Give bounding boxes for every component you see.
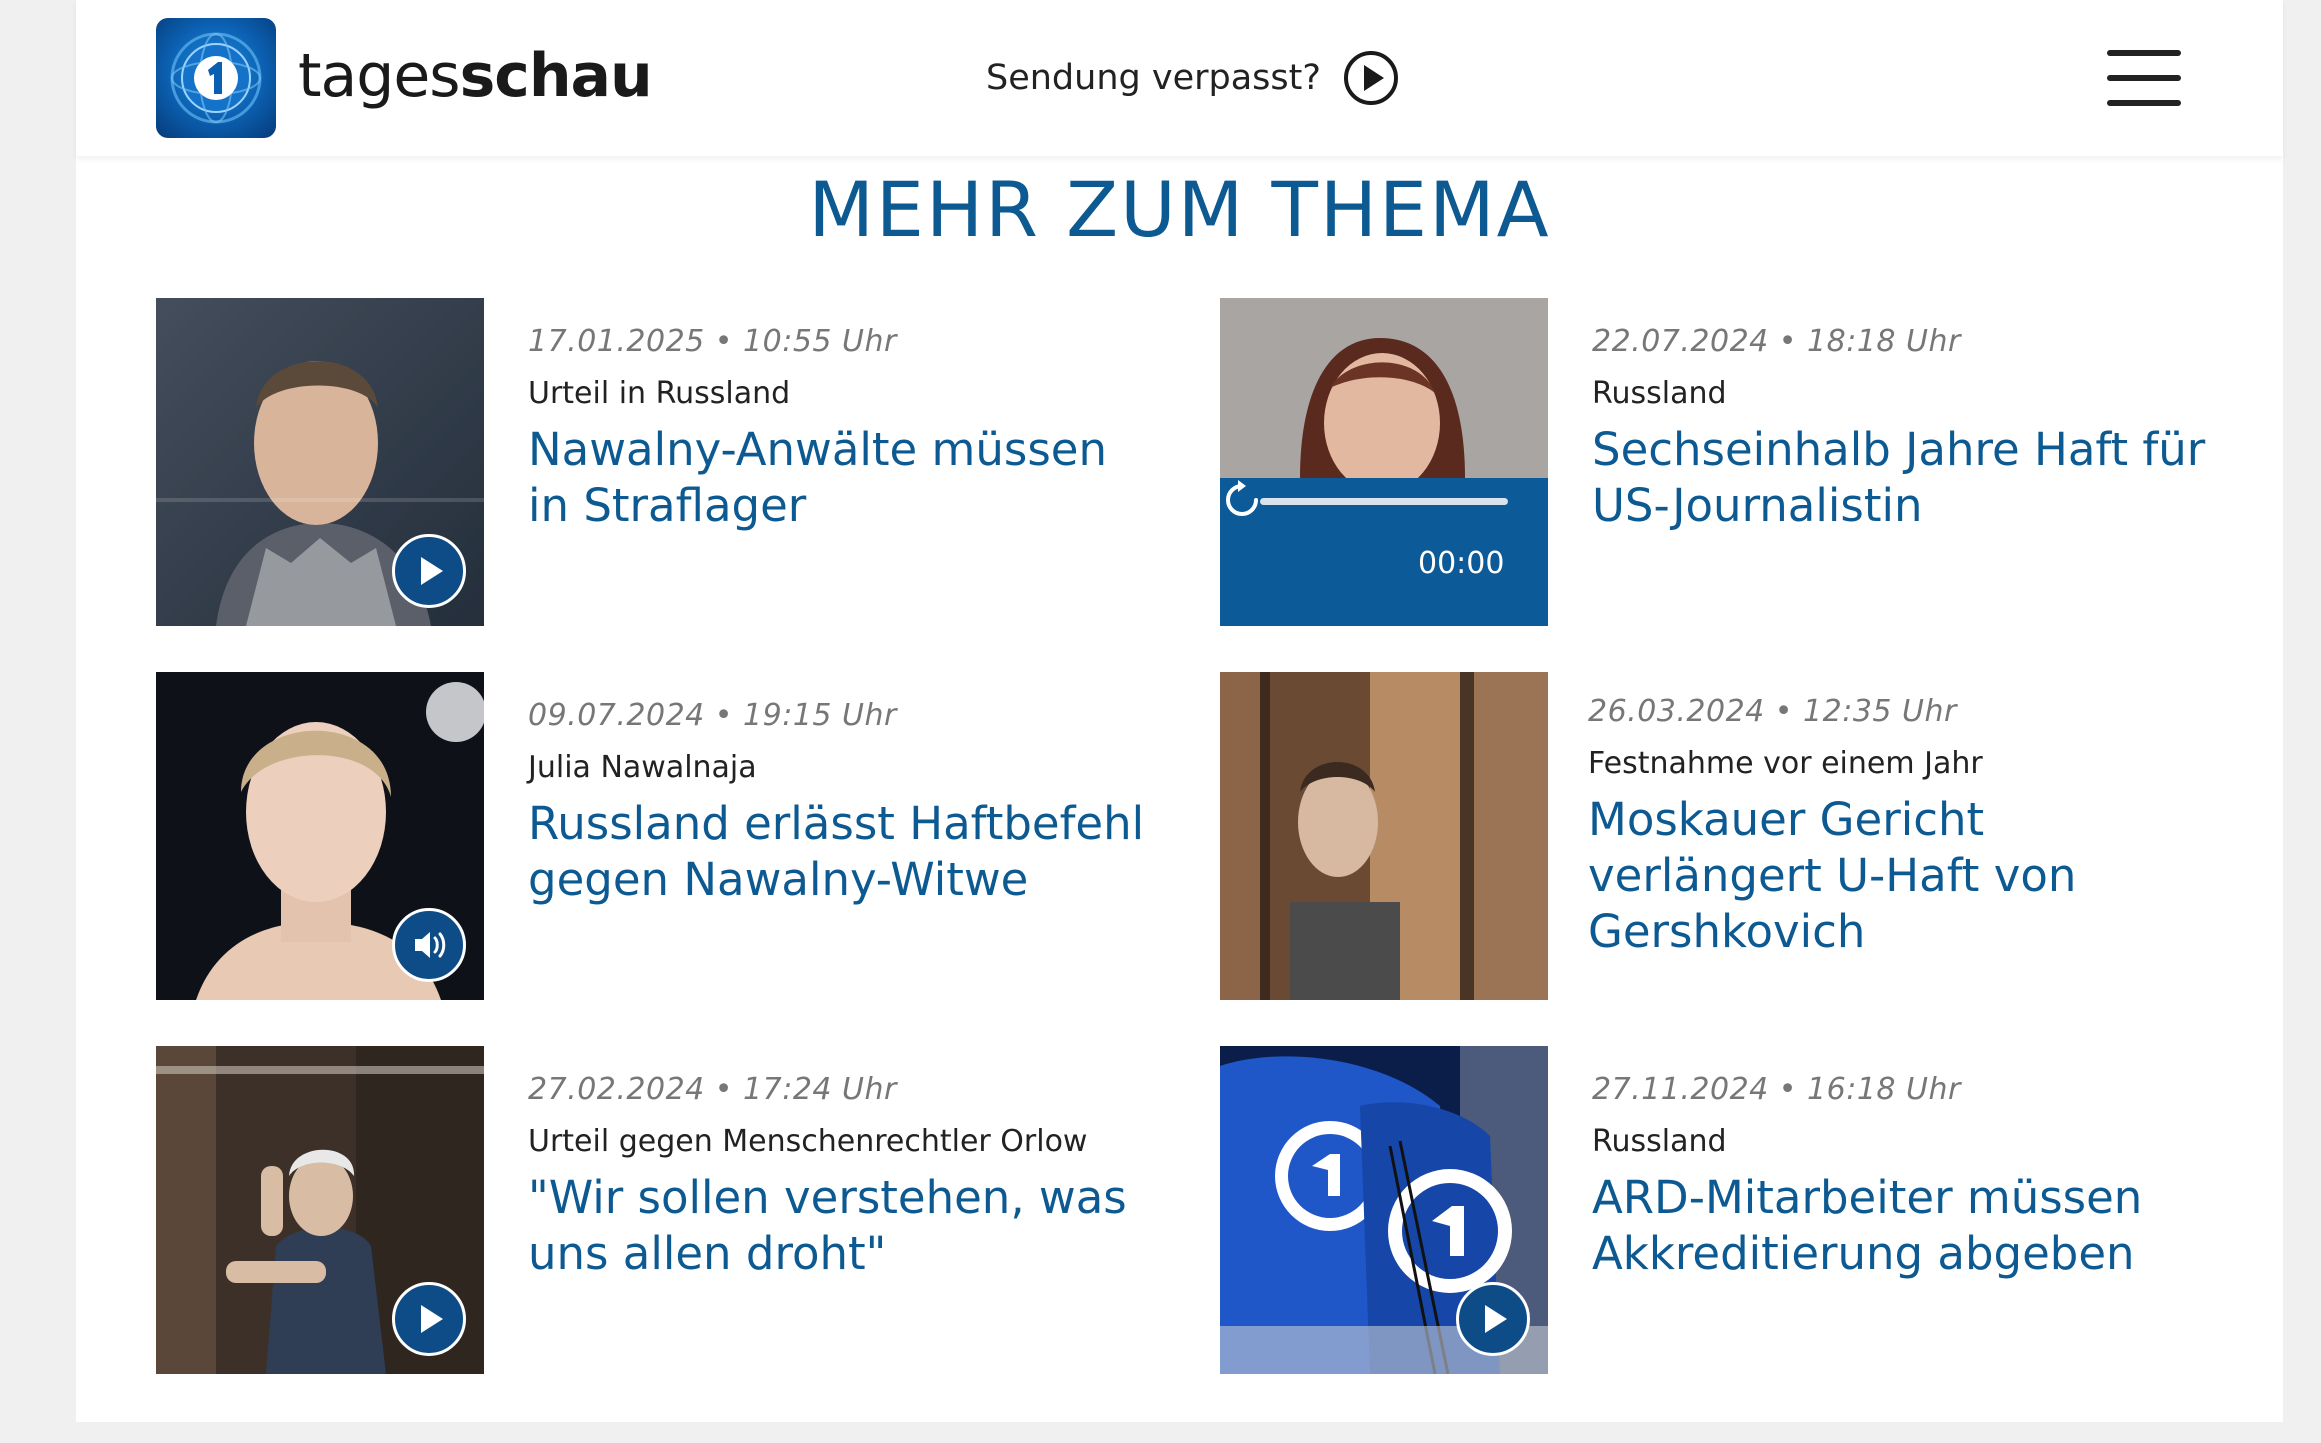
missed-broadcast-label: Sendung verpasst? bbox=[986, 58, 1321, 98]
article-topline: Russland bbox=[1592, 1124, 1727, 1159]
article-date: 22.07.2024 • 18:18 Uhr bbox=[1592, 324, 1961, 359]
article-card[interactable]: 26.03.2024 • 12:35 Uhr Festnahme vor ein… bbox=[1220, 672, 2220, 1002]
article-date: 09.07.2024 • 19:15 Uhr bbox=[528, 698, 897, 733]
article-topline: Julia Nawalnaja bbox=[528, 750, 757, 785]
article-date: 27.02.2024 • 17:24 Uhr bbox=[528, 1072, 897, 1107]
article-text: 27.02.2024 • 17:24 Uhr Urteil gegen Mens… bbox=[528, 1068, 1148, 1282]
page: tagesschau Sendung verpasst? MEHR ZUM TH… bbox=[76, 0, 2283, 1422]
article-card[interactable]: 27.11.2024 • 16:18 Uhr Russland ARD-Mita… bbox=[1220, 1046, 2220, 1376]
site-header: tagesschau Sendung verpasst? bbox=[76, 0, 2283, 156]
audio-progress-bar[interactable] bbox=[1260, 498, 1508, 505]
audio-time: 00:00 bbox=[1418, 546, 1505, 581]
article-topline: Russland bbox=[1592, 376, 1727, 411]
article-card[interactable]: 00:00 22.07.2024 • 18:18 Uhr Russland Se… bbox=[1220, 298, 2220, 628]
speaker-icon[interactable] bbox=[392, 908, 466, 982]
article-headline-link[interactable]: Nawalny-Anwälte müssen in Straflager bbox=[528, 422, 1148, 534]
logo-text-light: tages bbox=[298, 41, 461, 111]
article-thumbnail[interactable]: 00:00 bbox=[1220, 298, 1548, 626]
article-card[interactable]: 17.01.2025 • 10:55 Uhr Urteil in Russlan… bbox=[156, 298, 1156, 628]
article-text: 27.11.2024 • 16:18 Uhr Russland ARD-Mita… bbox=[1592, 1068, 2212, 1282]
replay-icon[interactable] bbox=[1220, 478, 1264, 522]
ard-logo-icon[interactable] bbox=[156, 18, 276, 138]
article-date: 26.03.2024 • 12:35 Uhr bbox=[1588, 694, 1957, 729]
article-card[interactable]: 09.07.2024 • 19:15 Uhr Julia Nawalnaja R… bbox=[156, 672, 1156, 1002]
article-headline-link[interactable]: Sechseinhalb Jahre Haft für US-Journalis… bbox=[1592, 422, 2212, 534]
article-text: 26.03.2024 • 12:35 Uhr Festnahme vor ein… bbox=[1588, 690, 2208, 960]
article-date: 27.11.2024 • 16:18 Uhr bbox=[1592, 1072, 1961, 1107]
play-icon[interactable] bbox=[1456, 1282, 1530, 1356]
audio-player[interactable]: 00:00 bbox=[1220, 478, 1548, 626]
article-thumbnail[interactable] bbox=[1220, 672, 1548, 1000]
article-text: 17.01.2025 • 10:55 Uhr Urteil in Russlan… bbox=[528, 320, 1148, 534]
hamburger-menu-icon[interactable] bbox=[2107, 50, 2181, 106]
article-headline-link[interactable]: Moskauer Gericht verlängert U-Haft von G… bbox=[1588, 792, 2208, 960]
section-title: MEHR ZUM THEMA bbox=[808, 165, 1551, 254]
article-thumbnail[interactable] bbox=[156, 298, 484, 626]
article-date: 17.01.2025 • 10:55 Uhr bbox=[528, 324, 897, 359]
article-thumbnail[interactable] bbox=[1220, 1046, 1548, 1374]
article-text: 09.07.2024 • 19:15 Uhr Julia Nawalnaja R… bbox=[528, 694, 1148, 908]
site-logo-wordmark[interactable]: tagesschau bbox=[298, 36, 653, 116]
play-circle-icon bbox=[1343, 51, 1398, 105]
article-headline-link[interactable]: Russland erlässt Haftbefehl gegen Nawaln… bbox=[528, 796, 1148, 908]
play-icon[interactable] bbox=[392, 534, 466, 608]
article-thumbnail[interactable] bbox=[156, 672, 484, 1000]
article-card[interactable]: 27.02.2024 • 17:24 Uhr Urteil gegen Mens… bbox=[156, 1046, 1156, 1376]
article-headline-link[interactable]: ARD-Mitarbeiter müssen Akkreditierung ab… bbox=[1592, 1170, 2212, 1282]
play-icon[interactable] bbox=[392, 1282, 466, 1356]
article-topline: Urteil gegen Menschenrechtler Orlow bbox=[528, 1124, 1088, 1159]
article-thumbnail[interactable] bbox=[156, 1046, 484, 1374]
article-topline: Festnahme vor einem Jahr bbox=[1588, 746, 1983, 781]
article-headline-link[interactable]: "Wir sollen verstehen, was uns allen dro… bbox=[528, 1170, 1148, 1282]
logo-text-bold: schau bbox=[459, 41, 653, 111]
article-text: 22.07.2024 • 18:18 Uhr Russland Sechsein… bbox=[1592, 320, 2212, 534]
missed-broadcast-link[interactable]: Sendung verpasst? bbox=[986, 48, 1399, 108]
article-topline: Urteil in Russland bbox=[528, 376, 791, 411]
